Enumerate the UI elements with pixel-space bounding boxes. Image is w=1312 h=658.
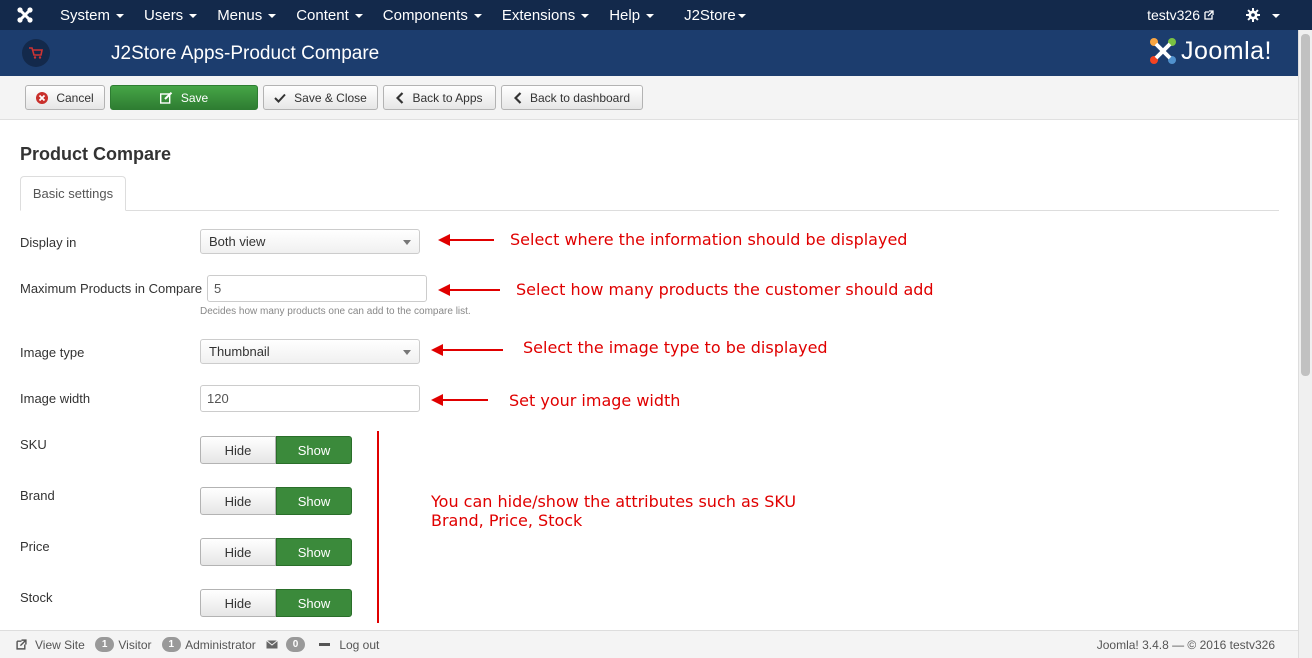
- annotation-image-width: Set your image width: [509, 391, 681, 410]
- scrollbar-thumb[interactable]: [1301, 34, 1310, 376]
- annotation-arrow: [431, 394, 488, 406]
- sku-show-option[interactable]: Show: [276, 436, 352, 464]
- annotation-arrow: [431, 344, 503, 356]
- max-products-input[interactable]: 5: [207, 275, 427, 302]
- chevron-down-icon: [189, 14, 198, 18]
- menu-menus[interactable]: Menus: [207, 0, 286, 30]
- gear-icon: [1246, 8, 1260, 22]
- edit-icon: [159, 91, 173, 104]
- display-in-label: Display in: [20, 235, 77, 250]
- chevron-down-icon: [581, 14, 590, 18]
- price-toggle: Hide Show: [200, 538, 352, 566]
- joomla-logo: Joomla!: [1148, 36, 1272, 66]
- visitor-badge: 1: [94, 637, 115, 652]
- annotation-attributes-line1: You can hide/show the attributes such as…: [431, 492, 797, 511]
- chevron-left-icon: [396, 91, 404, 104]
- page-header: J2Store Apps-Product Compare Joomla!: [0, 30, 1298, 76]
- cancel-button[interactable]: Cancel: [25, 85, 105, 110]
- stock-label: Stock: [20, 590, 53, 605]
- price-show-option[interactable]: Show: [276, 538, 352, 566]
- chevron-down-icon: [473, 14, 482, 18]
- save-close-button[interactable]: Save & Close: [263, 85, 378, 110]
- external-link-icon: [1204, 10, 1214, 20]
- stock-hide-option[interactable]: Hide: [200, 589, 276, 617]
- status-footer: View Site 1 Visitor 1 Administrator 0 Lo…: [0, 630, 1298, 658]
- back-to-dashboard-button[interactable]: Back to dashboard: [501, 85, 643, 110]
- page-scrollbar[interactable]: [1298, 30, 1312, 658]
- page-title: Product Compare: [20, 144, 172, 164]
- stock-toggle: Hide Show: [200, 589, 352, 617]
- messages-badge: 0: [285, 637, 306, 652]
- sku-hide-option[interactable]: Hide: [200, 436, 276, 464]
- price-hide-option[interactable]: Hide: [200, 538, 276, 566]
- settings-menu[interactable]: [1236, 8, 1312, 22]
- menu-j2store[interactable]: J2Store: [674, 0, 756, 30]
- max-products-label: Maximum Products in Compare: [20, 281, 203, 296]
- messages-link[interactable]: 0: [265, 637, 310, 652]
- menu-extensions[interactable]: Extensions: [492, 0, 599, 30]
- annotation-arrow: [438, 284, 500, 296]
- annotation-attributes-line2: Brand, Price, Stock: [431, 511, 583, 530]
- minus-icon: [319, 643, 331, 646]
- logout-link[interactable]: Log out: [319, 638, 379, 652]
- brand-show-option[interactable]: Show: [276, 487, 352, 515]
- brand-hide-option[interactable]: Hide: [200, 487, 276, 515]
- sku-toggle: Hide Show: [200, 436, 352, 464]
- admin-badge: 1: [161, 637, 182, 652]
- admin-count: 1 Administrator: [161, 637, 256, 652]
- chevron-down-icon: [268, 14, 277, 18]
- main-menu: System Users Menus Content Components Ex…: [50, 0, 756, 30]
- tab-basic-settings[interactable]: Basic settings: [20, 176, 126, 211]
- image-width-input[interactable]: 120: [200, 385, 420, 412]
- chevron-left-icon: [513, 91, 522, 104]
- annotation-display: Select where the information should be d…: [510, 230, 908, 249]
- max-products-help: Decides how many products one can add to…: [200, 306, 471, 317]
- menu-content[interactable]: Content: [286, 0, 373, 30]
- chevron-down-icon: [403, 240, 411, 245]
- visitor-count: 1 Visitor: [94, 637, 152, 652]
- image-width-label: Image width: [20, 391, 91, 406]
- chevron-down-icon: [354, 14, 363, 18]
- display-in-select[interactable]: Both view: [200, 229, 420, 254]
- view-site-link[interactable]: View Site: [16, 638, 85, 652]
- save-button[interactable]: Save: [110, 85, 258, 110]
- price-label: Price: [20, 539, 50, 554]
- annotation-image-type: Select the image type to be displayed: [523, 338, 828, 357]
- brand-toggle: Hide Show: [200, 487, 352, 515]
- annotation-max: Select how many products the customer sh…: [516, 280, 934, 299]
- annotation-arrow: [438, 234, 494, 246]
- image-type-label: Image type: [20, 345, 85, 360]
- chevron-down-icon: [403, 350, 411, 355]
- menu-system[interactable]: System: [50, 0, 134, 30]
- version-info: Joomla! 3.4.8 — © 2016 testv326: [1096, 638, 1275, 652]
- external-link-icon: [16, 639, 27, 650]
- top-navbar: System Users Menus Content Components Ex…: [0, 0, 1312, 30]
- page-header-title: J2Store Apps-Product Compare: [111, 43, 380, 64]
- chevron-down-icon: [1272, 14, 1280, 18]
- brand-label: Brand: [20, 488, 55, 503]
- joomla-menu-icon[interactable]: [0, 0, 50, 30]
- back-to-apps-button[interactable]: Back to Apps: [383, 85, 496, 110]
- chevron-down-icon: [737, 14, 746, 18]
- site-user-link[interactable]: testv326: [1137, 7, 1236, 23]
- joomla-logo-icon: [1149, 38, 1176, 64]
- sku-label: SKU: [20, 437, 47, 452]
- image-type-select[interactable]: Thumbnail: [200, 339, 420, 364]
- settings-tabs: Basic settings: [20, 176, 1279, 211]
- chevron-down-icon: [646, 14, 655, 18]
- menu-help[interactable]: Help: [599, 0, 664, 30]
- chevron-down-icon: [116, 14, 125, 18]
- envelope-icon: [265, 640, 278, 649]
- menu-users[interactable]: Users: [134, 0, 207, 30]
- cancel-circle-icon: [36, 91, 49, 104]
- toolbar: Cancel Save Save & Close Back to Apps Ba…: [0, 76, 1298, 120]
- check-icon: [274, 93, 286, 103]
- annotation-bracket-line: [377, 431, 379, 623]
- main-content: Product Compare Basic settings Display i…: [0, 120, 1298, 630]
- stock-show-option[interactable]: Show: [276, 589, 352, 617]
- cart-icon: [22, 39, 50, 67]
- menu-components[interactable]: Components: [373, 0, 492, 30]
